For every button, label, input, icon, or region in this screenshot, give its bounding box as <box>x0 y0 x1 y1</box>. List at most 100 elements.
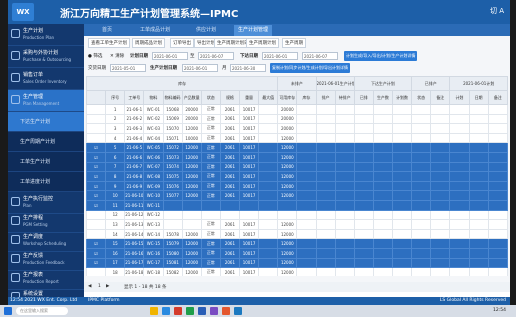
clear-button[interactable]: ✕ 清除 <box>110 53 124 59</box>
release-date-to[interactable]: 2021-06-07 <box>302 52 338 60</box>
table-row[interactable]: 1 21-06-1 WC-01 15068 20000 正常 2061 10017 20000 <box>86 104 508 115</box>
column-header[interactable]: 计划 <box>449 90 470 105</box>
tab-0[interactable]: 首页 <box>98 25 116 36</box>
table-row[interactable]: ☑ 5 21-06-5 WC-05 15072 12000 正常 2061 10017 12000 <box>86 142 508 153</box>
current-page[interactable]: 1 <box>98 284 101 289</box>
column-header[interactable]: 重量 <box>238 90 260 105</box>
row-checkbox[interactable]: ☑ <box>86 190 107 201</box>
column-header[interactable]: 日期 <box>468 90 489 105</box>
column-header[interactable]: 备注 <box>430 90 451 105</box>
subtab-6[interactable]: 生产周期 <box>282 38 306 48</box>
column-header[interactable]: 已排 <box>353 90 374 105</box>
taskbar-search[interactable]: 在这里输入搜索 <box>16 307 68 315</box>
start-icon[interactable] <box>4 307 12 315</box>
tab-3[interactable]: 生产计划管理 <box>234 25 273 36</box>
production-plan-date-input[interactable]: 2021-06-01 <box>182 64 218 72</box>
generate-plan-button[interactable]: 计划生成/导入/导出/计划/生产计划详情 <box>344 51 418 61</box>
column-header[interactable]: 物料 <box>143 90 164 105</box>
table-row[interactable]: ☑ 7 21-06-7 WC-07 15074 12000 正常 2061 10017 12000 <box>86 161 508 173</box>
row-checkbox[interactable]: ☑ <box>86 238 107 249</box>
column-header[interactable]: 生产数 <box>372 90 394 105</box>
row-checkbox[interactable]: ☑ <box>86 151 107 163</box>
row-checkbox[interactable] <box>86 219 107 230</box>
row-checkbox[interactable]: ☑ <box>86 247 107 259</box>
subtab-2[interactable]: 订单导出 <box>170 38 194 48</box>
teams-icon[interactable] <box>210 307 218 315</box>
row-checkbox[interactable] <box>86 123 107 134</box>
table-row[interactable]: 13 21-06-13 WC-13 正常 2061 10017 12000 <box>86 219 508 230</box>
column-header[interactable]: 规格 <box>219 90 241 105</box>
row-checkbox[interactable] <box>86 132 107 144</box>
row-checkbox[interactable] <box>86 228 107 240</box>
user-menu[interactable]: 切 A <box>490 6 504 16</box>
column-header[interactable]: 排产 <box>315 90 336 105</box>
table-row[interactable]: ☑ 9 21-06-9 WC-09 15076 12000 正常 2061 10017 12000 <box>86 180 508 192</box>
table-row[interactable]: 3 21-06-3 WC-03 15070 12000 正常 2061 10017 20000 <box>86 123 508 134</box>
column-header[interactable] <box>86 90 107 105</box>
sidebar-item-3[interactable]: 生产管理 Plan Management <box>8 90 84 112</box>
row-checkbox[interactable] <box>86 267 107 276</box>
column-header[interactable]: 待排产 <box>334 90 355 105</box>
column-header[interactable]: 状态 <box>411 90 432 105</box>
column-header[interactable]: 状态 <box>200 90 221 105</box>
sidebar-item-2[interactable]: 销售订单 Sales Order Inventory <box>8 68 84 90</box>
folder-icon[interactable] <box>150 307 158 315</box>
row-checkbox[interactable]: ☑ <box>86 180 107 192</box>
column-header[interactable]: 备注 <box>487 90 508 105</box>
column-header[interactable]: 物料编码 <box>162 90 183 105</box>
table-row[interactable]: 2 21-06-2 WC-02 15069 20000 正常 2061 10017 20000 <box>86 113 508 125</box>
table-row[interactable]: 14 21-06-14 WC-14 15078 12000 正常 2061 10017 1200… <box>86 228 508 240</box>
next-page-button[interactable]: ▶ <box>106 284 109 289</box>
column-header[interactable]: 产品数量 <box>181 90 202 105</box>
excel-icon[interactable] <box>186 307 194 315</box>
row-checkbox[interactable]: ☑ <box>86 161 107 173</box>
table-row[interactable]: ☑ 10 21-06-10 WC-10 15077 12000 正常 2061 10017 120… <box>86 190 508 201</box>
row-checkbox[interactable] <box>86 113 107 125</box>
column-header[interactable]: 可用库存 <box>277 90 298 105</box>
plan-date-to[interactable]: 2021-06-07 <box>198 52 234 60</box>
row-checkbox[interactable] <box>86 209 107 221</box>
row-checkbox[interactable]: ☑ <box>86 199 107 211</box>
subtab-0[interactable]: 查看工单生产计划 <box>88 38 130 48</box>
copy-plan-button[interactable]: 复制计划/同步计划/生成计划/导出计划详情 <box>270 63 351 73</box>
sidebar-subitem-0[interactable]: 下达生产计划 <box>8 112 84 132</box>
column-header[interactable]: 计划数 <box>391 90 413 105</box>
column-header[interactable]: 序号 <box>105 90 126 105</box>
row-checkbox[interactable]: ☑ <box>86 171 107 182</box>
row-checkbox[interactable]: ☑ <box>86 142 107 153</box>
table-row[interactable]: ☑ 16 21-06-16 WC-16 15080 12000 正常 2061 10017 120… <box>86 247 508 259</box>
powerpoint-icon[interactable] <box>222 307 230 315</box>
prev-page-button[interactable]: ◀ <box>88 284 91 289</box>
plan-date-from[interactable]: 2021-06-01 <box>152 52 188 60</box>
subtab-1[interactable]: 周期成品计划 <box>132 38 165 48</box>
sidebar-subitem-3[interactable]: 工单进度计划 <box>8 172 84 192</box>
subtab-5[interactable]: 生产周期计划 <box>246 38 279 48</box>
app-icon[interactable] <box>174 307 182 315</box>
table-row[interactable]: 12 21-06-12 WC-12 <box>86 209 508 221</box>
table-row[interactable]: ☑ 6 21-06-6 WC-06 15073 12000 正常 2061 10017 12000 <box>86 151 508 163</box>
column-header[interactable]: 库存 <box>296 90 317 105</box>
table-row[interactable]: 18 21-06-18 WC-18 15082 12000 正常 2061 10017 1200… <box>86 267 508 276</box>
sidebar-item-1[interactable]: 采购与外协计划 Purchase & Outsourcing <box>8 46 84 68</box>
outlook-icon[interactable] <box>234 307 242 315</box>
month-input[interactable]: 2021-06-30 <box>230 64 266 72</box>
row-checkbox[interactable] <box>86 104 107 115</box>
column-header[interactable]: 工单号 <box>124 90 145 105</box>
table-row[interactable]: 4 21-06-4 WC-04 15071 10000 正常 2061 10017 12000 <box>86 132 508 144</box>
sidebar-subitem-1[interactable]: 生产周期产计划 <box>8 132 84 152</box>
sidebar-subitem-2[interactable]: 工单生产计划 <box>8 152 84 172</box>
edge-icon[interactable] <box>162 307 170 315</box>
release-date-from[interactable]: 2021-06-01 <box>262 52 298 60</box>
filter-button[interactable]: ● 筛选 <box>88 53 102 59</box>
word-icon[interactable] <box>198 307 206 315</box>
column-header[interactable]: 最大值 <box>258 90 279 105</box>
table-row[interactable]: ☑ 8 21-06-8 WC-08 15075 12000 正常 2061 10017 12000 <box>86 171 508 182</box>
row-checkbox[interactable]: ☑ <box>86 257 107 269</box>
table-row[interactable]: ☑ 17 21-06-17 WC-17 15081 12000 正常 2061 10017 120… <box>86 257 508 269</box>
table-row[interactable]: ☑ 15 21-06-15 WC-15 15079 12000 正常 2061 10017 120… <box>86 238 508 249</box>
sidebar-item-0[interactable]: 生产计划 Production Plan <box>8 24 84 46</box>
table-row[interactable]: ☑ 11 21-06-11 WC-11 <box>86 199 508 211</box>
tab-2[interactable]: 供应计划 <box>192 25 220 36</box>
tab-1[interactable]: 工单成品计划 <box>136 25 174 36</box>
delivery-date-input[interactable]: 2021-05-01 <box>110 64 146 72</box>
